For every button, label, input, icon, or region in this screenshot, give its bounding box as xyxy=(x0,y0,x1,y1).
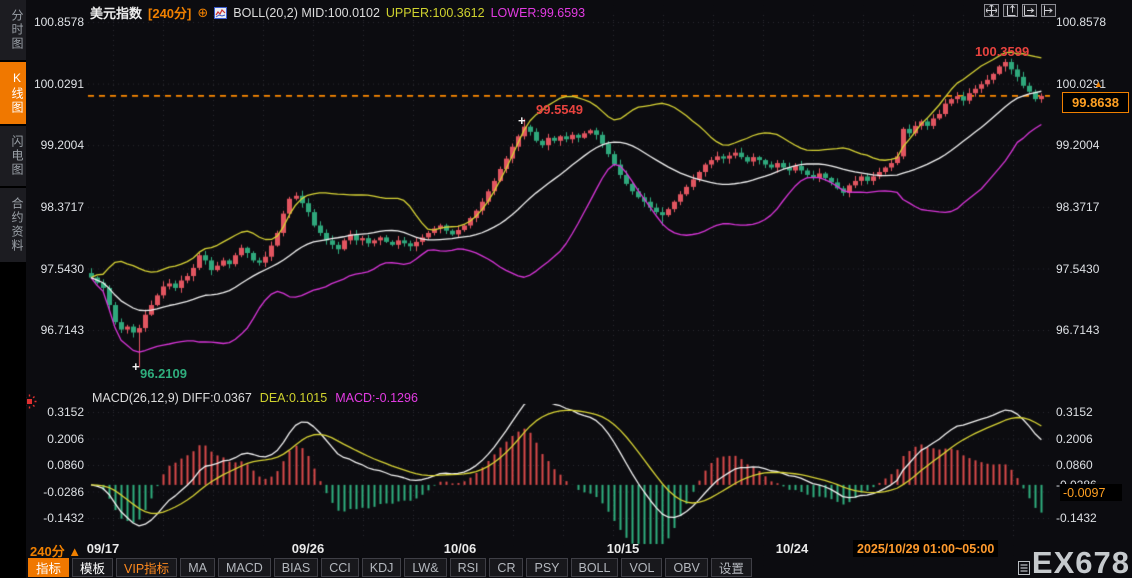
macd-tick: -0.1432 xyxy=(1056,511,1097,525)
peak-cross-marker: + xyxy=(518,113,526,128)
x-date: 10/06 xyxy=(443,541,477,556)
toolbar-bias-button[interactable]: BIAS xyxy=(273,558,319,577)
mid-peak-annotation: 99.5549 xyxy=(536,102,583,117)
last-price-arrow: ▲ xyxy=(1094,79,1103,89)
macd-last-value-box: -0.0097 xyxy=(1060,484,1122,501)
watermark-menu-icon xyxy=(1017,561,1030,575)
symbol-title: 美元指数 xyxy=(90,6,143,21)
toolbar-vol-button[interactable]: VOL xyxy=(621,558,663,577)
boll-mid-label: BOLL(20,2) MID:100.0102 xyxy=(233,5,380,20)
toolbar-cr-button[interactable]: CR xyxy=(489,558,524,577)
indicator-toolbar: 指标 模板 VIP指标 MA MACD BIAS CCI KDJ LW& RSI… xyxy=(28,558,752,578)
toolbar-macd-button[interactable]: MACD xyxy=(217,558,271,577)
low-price-annotation: 96.2109 xyxy=(140,366,187,381)
x-axis-scale-icon[interactable] xyxy=(1022,4,1037,17)
toolbar-obv-button[interactable]: OBV xyxy=(665,558,708,577)
price-chart-canvas[interactable] xyxy=(0,0,1132,578)
toolbar-kdj-button[interactable]: KDJ xyxy=(361,558,402,577)
y-tick: 100.8578 xyxy=(1056,15,1107,29)
boll-lower-label: LOWER:99.6593 xyxy=(490,5,586,20)
toolbar-settings-button[interactable]: 设置 xyxy=(710,558,752,577)
macd-diff-label: MACD(26,12,9) DIFF:0.0367 xyxy=(92,391,252,405)
site-watermark: EX678 xyxy=(1017,545,1130,578)
high-price-annotation: 100.3599 xyxy=(975,44,1030,59)
circle-plus-icon[interactable]: ⊕ xyxy=(197,5,208,21)
chart-header: 美元指数 [240分] ⊕ BOLL(20,2) MID:100.0102 UP… xyxy=(90,3,585,22)
toolbar-rsi-button[interactable]: RSI xyxy=(449,558,487,577)
sidebar-item-kline[interactable]: K线图 xyxy=(0,62,26,124)
toolbar-ma-button[interactable]: MA xyxy=(180,558,215,577)
low-cross-marker: + xyxy=(132,359,140,374)
x-date: 10/15 xyxy=(606,541,640,556)
sidebar-item-contract-info[interactable]: 合约资料 xyxy=(0,188,26,262)
boll-upper-label: UPPER:100.3612 xyxy=(385,5,485,20)
y-axis-scale-icon[interactable] xyxy=(1003,4,1018,17)
x-date: 09/26 xyxy=(291,541,325,556)
watermark-text: EX678 xyxy=(1031,545,1130,578)
shift-right-icon[interactable] xyxy=(1041,4,1056,17)
chart-tools xyxy=(984,4,1056,17)
toolbar-indicator-button[interactable]: 指标 xyxy=(28,558,70,577)
chart-window: 分时图 K线图 闪电图 合约资料 美元指数 [240分] ⊕ BOLL(20,2… xyxy=(0,0,1132,578)
toolbar-psy-button[interactable]: PSY xyxy=(526,558,568,577)
macd-tick: 0.0860 xyxy=(1056,458,1093,472)
last-price-box: 99.8638 xyxy=(1062,92,1129,113)
macd-header: MACD(26,12,9) DIFF:0.0367 DEA:0.1015 MAC… xyxy=(92,391,418,405)
x-date: 09/17 xyxy=(86,541,120,556)
x-date: 10/24 xyxy=(775,541,809,556)
period-label: [240分] xyxy=(148,6,192,21)
toolbar-lwr-button[interactable]: LW& xyxy=(404,558,447,577)
macd-tick: 0.3152 xyxy=(1056,405,1093,419)
pan-icon[interactable] xyxy=(984,4,999,17)
toolbar-template-button[interactable]: 模板 xyxy=(72,558,114,577)
sidebar-item-timeline[interactable]: 分时图 xyxy=(0,0,26,60)
toolbar-vip-button[interactable]: VIP指标 xyxy=(116,558,178,577)
sidebar-item-lightning[interactable]: 闪电图 xyxy=(0,126,26,186)
toolbar-boll-button[interactable]: BOLL xyxy=(570,558,619,577)
y-tick: 96.7143 xyxy=(1056,323,1100,337)
current-bar-time-label: 2025/10/29 01:00~05:00 xyxy=(853,540,999,557)
chart-mini-icon xyxy=(214,6,228,19)
y-tick: 99.2004 xyxy=(1056,138,1100,152)
macd-tick: 0.2006 xyxy=(1056,432,1093,446)
y-tick: 97.5430 xyxy=(1056,262,1100,276)
x-axis: 240分 ▲ 09/17 09/26 10/06 10/15 10/24 202… xyxy=(0,540,1132,559)
y-tick: 98.3717 xyxy=(1056,200,1100,214)
toolbar-cci-button[interactable]: CCI xyxy=(321,558,359,577)
macd-value-label: MACD:-0.1296 xyxy=(335,391,418,405)
macd-dea-label: DEA:0.1015 xyxy=(259,391,328,405)
chart-type-sidebar: 分时图 K线图 闪电图 合约资料 xyxy=(0,0,26,578)
